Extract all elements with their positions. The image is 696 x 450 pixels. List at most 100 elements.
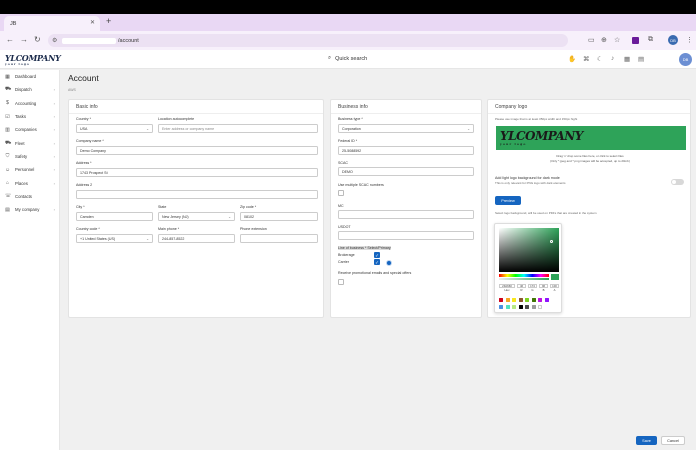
dark-bg-toggle[interactable] bbox=[671, 179, 684, 185]
scac-input[interactable]: DEMO bbox=[338, 167, 474, 176]
zoom-icon[interactable]: ⊕ bbox=[601, 36, 607, 44]
address2-input[interactable] bbox=[76, 190, 318, 199]
business-type-label: Business type * bbox=[338, 117, 363, 121]
business-info-title: Business info bbox=[338, 104, 368, 110]
color-swatch[interactable] bbox=[512, 298, 516, 302]
brokerage-checkbox[interactable]: ✓ bbox=[374, 252, 380, 258]
color-swatch[interactable] bbox=[538, 305, 542, 309]
forward-icon[interactable]: → bbox=[20, 35, 28, 44]
address-input[interactable]: 1743 Prospect St bbox=[76, 168, 318, 177]
sidebar-item-my-company[interactable]: ▤ My company › bbox=[0, 203, 59, 216]
sidebar-item-dashboard[interactable]: ▦ Dashboard bbox=[0, 70, 59, 83]
usdot-input[interactable] bbox=[338, 231, 474, 240]
page-title: Account bbox=[68, 73, 99, 83]
sidebar-item-label: Accounting bbox=[15, 100, 37, 106]
color-picker: 2FA660 Hex 46 R 174 G 96 B 100 A bbox=[494, 223, 562, 313]
save-button[interactable]: Save bbox=[636, 436, 657, 445]
promo-emails-checkbox[interactable] bbox=[338, 279, 344, 285]
shield-icon: ⛉ bbox=[5, 153, 10, 160]
color-swatch[interactable] bbox=[531, 298, 536, 302]
mc-input[interactable] bbox=[338, 210, 474, 219]
location-label: Location autocomplete bbox=[158, 117, 195, 121]
color-swatch[interactable] bbox=[505, 305, 510, 309]
user-avatar[interactable]: DB bbox=[679, 53, 692, 66]
color-swatch[interactable] bbox=[499, 305, 503, 309]
city-label: City * bbox=[76, 205, 85, 209]
sidebar-item-tasks[interactable]: ☑ Tasks › bbox=[0, 110, 59, 123]
browser-menu-icon[interactable]: ⋮ bbox=[686, 36, 693, 44]
preview-button[interactable]: Preview bbox=[495, 196, 521, 205]
company-logo-preview[interactable]: YLCOMPANY your logo bbox=[496, 126, 686, 150]
new-tab-icon[interactable]: + bbox=[106, 16, 111, 26]
dark-bg-subtext: This is only relevant for PNG logo with … bbox=[495, 181, 566, 185]
color-swatch[interactable] bbox=[538, 298, 542, 302]
tab-title: JB bbox=[10, 20, 17, 27]
close-tab-icon[interactable]: ✕ bbox=[90, 19, 95, 26]
browser-profile-avatar[interactable]: DB bbox=[668, 35, 678, 45]
extension-icon[interactable] bbox=[632, 37, 639, 44]
sidebar-item-dispatch[interactable]: ⛟ Dispatch › bbox=[0, 83, 59, 96]
main-phone-input[interactable]: 244-857-8522 bbox=[158, 234, 235, 243]
alpha-slider[interactable] bbox=[499, 278, 549, 280]
location-autocomplete-input[interactable]: Enter address or company name bbox=[158, 124, 318, 133]
cancel-button[interactable]: Cancel bbox=[661, 436, 685, 445]
bookmark-star-icon[interactable]: ☆ bbox=[614, 36, 620, 44]
cast-icon[interactable]: ▭ bbox=[588, 36, 595, 44]
address2-label: Address 2 bbox=[76, 183, 93, 187]
sidebar-item-contacts[interactable]: ☏ Contacts bbox=[0, 190, 59, 203]
reload-icon[interactable]: ↻ bbox=[34, 35, 41, 44]
company-logo[interactable]: YLCOMPANY your logo bbox=[5, 53, 61, 66]
country-select[interactable]: USA ⌄ bbox=[76, 124, 153, 133]
color-swatch[interactable] bbox=[518, 298, 523, 302]
primary-radio[interactable] bbox=[386, 260, 392, 266]
color-swatch[interactable] bbox=[531, 305, 536, 309]
sidebar-item-places[interactable]: ⌂ Places › bbox=[0, 176, 59, 189]
country-code-label: Country code * bbox=[76, 227, 100, 231]
hand-icon[interactable]: ✋ bbox=[568, 55, 576, 63]
quick-search[interactable]: ⌕ Quick search bbox=[328, 55, 367, 62]
color-swatch[interactable] bbox=[525, 298, 529, 302]
browser-tab[interactable]: JB ✕ bbox=[4, 16, 100, 31]
apps-grid-icon[interactable]: ▦ bbox=[624, 55, 630, 63]
state-select[interactable]: New Jersey (NJ) ⌄ bbox=[158, 212, 235, 221]
dark-mode-icon[interactable]: ☾ bbox=[597, 55, 603, 63]
company-name-input[interactable]: Demo Company bbox=[76, 146, 318, 155]
color-swatch[interactable] bbox=[518, 305, 523, 309]
sidebar-item-companies[interactable]: ▥ Companies › bbox=[0, 123, 59, 136]
color-swatch[interactable] bbox=[544, 298, 549, 302]
url-field[interactable]: ⚙ /account bbox=[48, 34, 568, 47]
company-logo-title: Company logo bbox=[495, 104, 528, 110]
color-swatch[interactable] bbox=[505, 298, 510, 302]
browser-address-bar: ← → ↻ ⚙ /account ▭ ⊕ ☆ ⧉ DB ⋮ bbox=[0, 31, 696, 50]
sidebar-item-fleet[interactable]: ⛟ Fleet › bbox=[0, 136, 59, 149]
calendar-icon[interactable]: ▤ bbox=[638, 55, 644, 63]
saturation-area[interactable] bbox=[499, 228, 559, 272]
city-input[interactable]: Camden bbox=[76, 212, 153, 221]
back-icon[interactable]: ← bbox=[6, 35, 14, 44]
color-swatch[interactable] bbox=[512, 305, 516, 309]
company-icon: ▤ bbox=[5, 206, 10, 213]
sidebar-item-personnel[interactable]: ☺ Personnel › bbox=[0, 163, 59, 176]
business-type-select[interactable]: Corporation ⌄ bbox=[338, 124, 474, 133]
carrier-checkbox[interactable]: ✓ bbox=[374, 259, 380, 265]
quick-search-label: Quick search bbox=[335, 55, 368, 62]
sidebar-item-safety[interactable]: ⛉ Safety › bbox=[0, 150, 59, 163]
sidebar-item-accounting[interactable]: $ Accounting › bbox=[0, 97, 59, 110]
phone-ext-input[interactable] bbox=[240, 234, 318, 243]
phone-ext-label: Phone extension bbox=[240, 227, 267, 231]
sidebar-item-label: Fleet bbox=[15, 140, 25, 146]
country-code-select[interactable]: +1 United States (US) ⌄ bbox=[76, 234, 153, 243]
color-swatch[interactable] bbox=[525, 305, 529, 309]
federal-id-input[interactable]: 25-5088592 bbox=[338, 146, 474, 155]
color-swatch[interactable] bbox=[499, 298, 503, 302]
multiple-scac-checkbox[interactable] bbox=[338, 190, 344, 196]
logo-dropzone-text[interactable]: Drag 'n' drop some files here, or click … bbox=[502, 154, 678, 158]
logo-bg-hint: Select logo background, will be used on … bbox=[495, 211, 597, 215]
hue-slider[interactable] bbox=[499, 274, 549, 277]
zip-input[interactable]: 08102 bbox=[240, 212, 318, 221]
extensions-puzzle-icon[interactable]: ⧉ bbox=[648, 36, 653, 44]
bell-icon[interactable]: ♪ bbox=[611, 55, 614, 62]
saturation-knob[interactable] bbox=[550, 240, 553, 243]
grid-tool-icon[interactable]: ⌘ bbox=[583, 55, 590, 63]
site-settings-icon[interactable]: ⚙ bbox=[52, 37, 57, 44]
